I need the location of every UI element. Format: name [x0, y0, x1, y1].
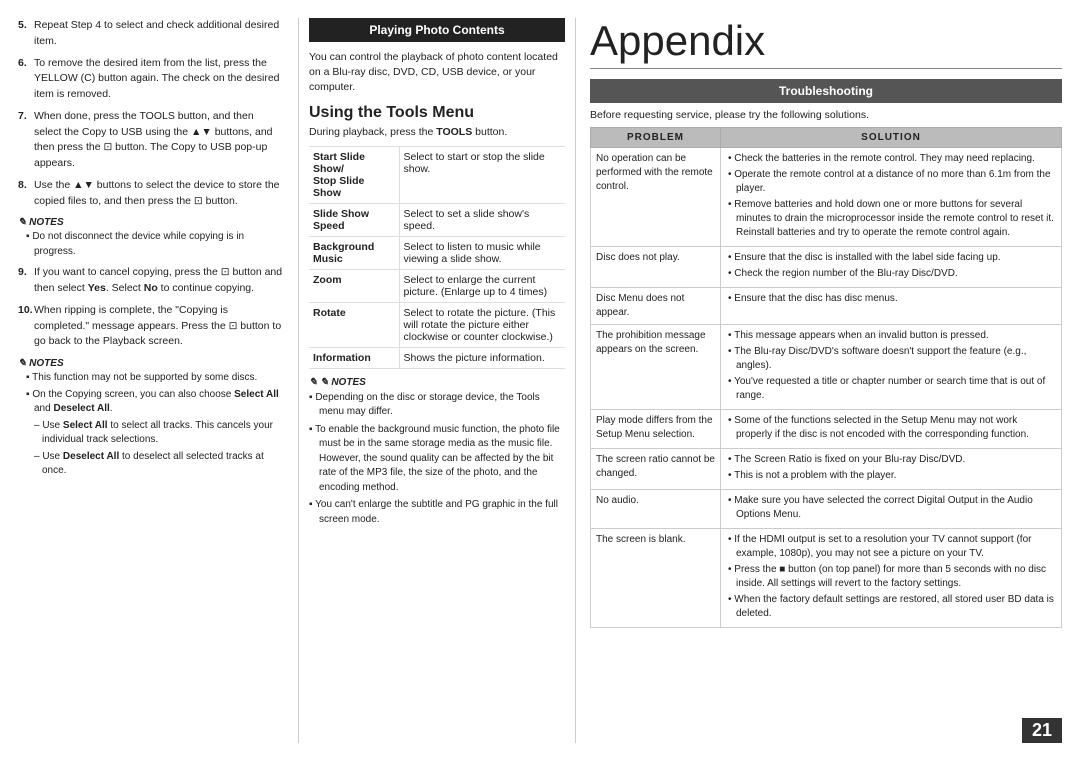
step-10: 10. When ripping is complete, the "Copyi… — [18, 303, 284, 350]
table-row: The screen is blank.• If the HDMI output… — [591, 529, 1062, 628]
problem-cell: No operation can be performed with the r… — [591, 148, 721, 247]
solution-cell: • Ensure that the disc has disc menus. — [721, 288, 1062, 325]
step-5: 5. Repeat Step 4 to select and check add… — [18, 18, 284, 50]
appendix-title: Appendix — [590, 18, 1062, 69]
problem-cell: Disc does not play. — [591, 247, 721, 288]
solution-header: SOLUTION — [721, 128, 1062, 148]
table-row: No audio.• Make sure you have selected t… — [591, 490, 1062, 529]
tools-row-slideshow: Start Slide Show/Stop Slide Show Select … — [309, 146, 565, 203]
page-number: 21 — [1022, 718, 1062, 743]
solution-cell: • The Screen Ratio is fixed on your Blu-… — [721, 449, 1062, 490]
step-6: 6. To remove the desired item from the l… — [18, 56, 284, 103]
mid-column: Playing Photo Contents You can control t… — [298, 18, 576, 743]
solution-cell: • Some of the functions selected in the … — [721, 410, 1062, 449]
table-row: Disc does not play.• Ensure that the dis… — [591, 247, 1062, 288]
notes-box-2: NOTES ▪ This function may not be support… — [18, 356, 284, 479]
playing-photo-intro: You can control the playback of photo co… — [309, 50, 565, 96]
tools-row-info: Information Shows the picture informatio… — [309, 347, 565, 368]
table-row: No operation can be performed with the r… — [591, 148, 1062, 247]
problem-cell: The prohibition message appears on the s… — [591, 325, 721, 410]
solution-cell: • Ensure that the disc is installed with… — [721, 247, 1062, 288]
problem-cell: Play mode differs from the Setup Menu se… — [591, 410, 721, 449]
problem-header: PROBLEM — [591, 128, 721, 148]
problem-cell: No audio. — [591, 490, 721, 529]
troubleshooting-header: Troubleshooting — [590, 79, 1062, 103]
solution-cell: • If the HDMI output is set to a resolut… — [721, 529, 1062, 628]
step-9: 9. If you want to cancel copying, press … — [18, 265, 284, 297]
tools-row-speed: Slide Show Speed Select to set a slide s… — [309, 203, 565, 236]
tools-row-rotate: Rotate Select to rotate the picture. (Th… — [309, 302, 565, 347]
problem-cell: The screen ratio cannot be changed. — [591, 449, 721, 490]
solution-cell: • Check the batteries in the remote cont… — [721, 148, 1062, 247]
notes-box-1: NOTES ▪ Do not disconnect the device whi… — [18, 215, 284, 259]
problem-cell: Disc Menu does not appear. — [591, 288, 721, 325]
using-tools-intro: During playback, press the TOOLS button. — [309, 126, 565, 138]
table-row: Play mode differs from the Setup Menu se… — [591, 410, 1062, 449]
mid-notes: ✎ NOTES ▪ Depending on the disc or stora… — [309, 377, 565, 528]
left-column: 5. Repeat Step 4 to select and check add… — [18, 18, 298, 743]
tools-row-zoom: Zoom Select to enlarge the current pictu… — [309, 269, 565, 302]
right-column: Appendix Troubleshooting Before requesti… — [576, 18, 1062, 743]
trouble-table: PROBLEM SOLUTION No operation can be per… — [590, 127, 1062, 628]
playing-photo-header: Playing Photo Contents — [309, 18, 565, 42]
table-row: The prohibition message appears on the s… — [591, 325, 1062, 410]
step-7: 7. When done, press the TOOLS button, an… — [18, 109, 284, 172]
before-text: Before requesting service, please try th… — [590, 109, 1062, 121]
solution-cell: • This message appears when an invalid b… — [721, 325, 1062, 410]
step-8: 8. Use the ▲▼ buttons to select the devi… — [18, 178, 284, 210]
using-tools-title: Using the Tools Menu — [309, 104, 565, 122]
table-header-row: PROBLEM SOLUTION — [591, 128, 1062, 148]
tools-row-bgmusic: BackgroundMusic Select to listen to musi… — [309, 236, 565, 269]
problem-cell: The screen is blank. — [591, 529, 721, 628]
table-row: Disc Menu does not appear.• Ensure that … — [591, 288, 1062, 325]
tools-table: Start Slide Show/Stop Slide Show Select … — [309, 146, 565, 369]
table-row: The screen ratio cannot be changed.• The… — [591, 449, 1062, 490]
solution-cell: • Make sure you have selected the correc… — [721, 490, 1062, 529]
